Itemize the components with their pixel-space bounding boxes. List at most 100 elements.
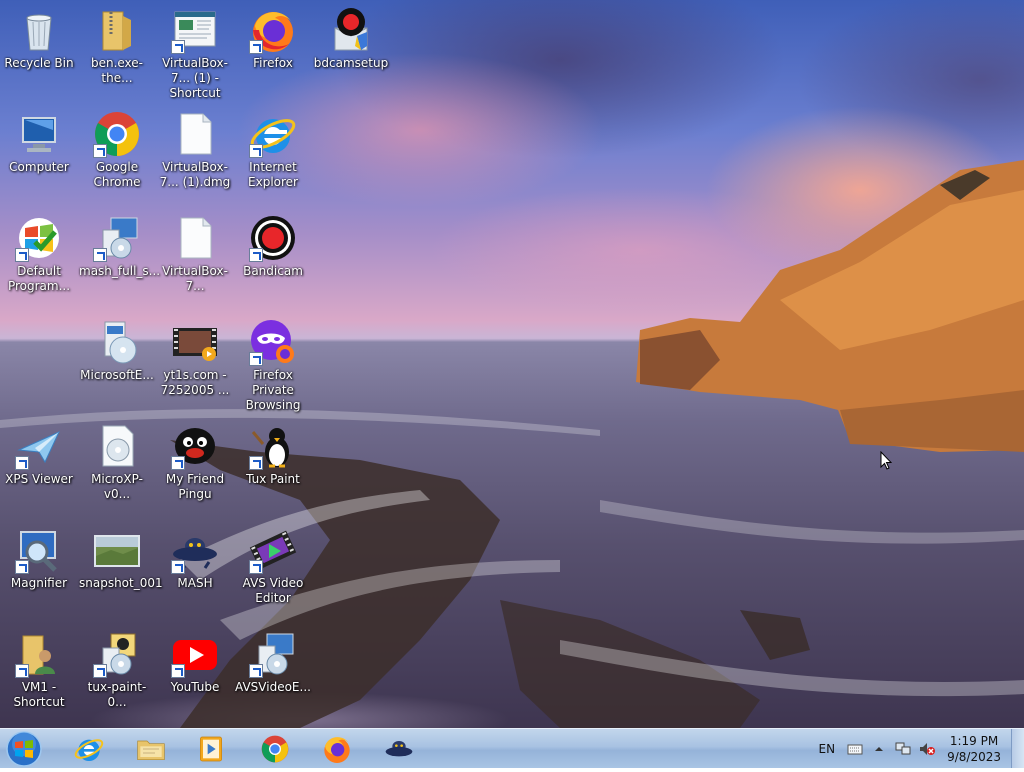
icon-label: tux-paint-0...: [87, 680, 147, 709]
desktop-icon-mash-full-setup[interactable]: mash_full_s...: [78, 208, 161, 279]
icon-label: Recycle Bin: [4, 56, 74, 70]
shortcut-arrow-icon: [249, 352, 263, 366]
shortcut-arrow-icon: [249, 664, 263, 678]
taskbar-chrome[interactable]: [250, 731, 300, 767]
start-button[interactable]: [4, 730, 44, 768]
volume-muted-icon[interactable]: [919, 741, 936, 757]
windows-orb-icon: [6, 731, 42, 767]
desktop-icon-xps-viewer[interactable]: XPS Viewer: [0, 416, 78, 487]
shortcut-arrow-icon: [249, 456, 263, 470]
recycle-bin-icon: [26, 14, 52, 51]
icon-label: ben.exe-the...: [90, 56, 144, 85]
keyboard-icon[interactable]: [847, 741, 863, 757]
folder-icon: [137, 740, 165, 760]
shortcut-arrow-icon: [249, 40, 263, 54]
icon-label: AVS Video Editor: [242, 576, 304, 605]
firefox-icon: [324, 737, 351, 763]
icon-label: Firefox Private Browsing: [245, 368, 301, 412]
installer-disc-icon: [104, 321, 137, 364]
desktop-icon-internet-explorer[interactable]: Internet Explorer: [234, 104, 312, 190]
icon-label: yt1s.com - 7252005 ...: [160, 368, 230, 397]
shortcut-arrow-icon: [93, 144, 107, 158]
desktop-icon-magnifier[interactable]: Magnifier: [0, 520, 78, 591]
taskbar-firefox[interactable]: [312, 731, 362, 767]
icon-label: snapshot_001: [79, 576, 163, 590]
desktop-icon-virtualbox-dmg-1[interactable]: VirtualBox-7... (1).dmg: [156, 104, 234, 190]
image-file-icon: [94, 535, 140, 567]
icon-label: AVSVideoE...: [235, 680, 311, 694]
desktop-icon-microxp[interactable]: MicroXP-v0...: [78, 416, 156, 502]
shortcut-arrow-icon: [15, 248, 29, 262]
icon-label: mash_full_s...: [79, 264, 161, 278]
desktop-icon-vm1-shortcut[interactable]: VM1 - Shortcut: [0, 624, 78, 710]
media-player-icon: [200, 736, 222, 762]
desktop-icon-virtualbox-dmg-2[interactable]: VirtualBox-7...: [156, 208, 234, 294]
desktop-icon-avs-video-editor-setup[interactable]: AVSVideoE...: [234, 624, 312, 695]
shortcut-arrow-icon: [15, 664, 29, 678]
desktop-icon-bdcamsetup[interactable]: bdcamsetup: [312, 0, 390, 71]
icon-label: VM1 - Shortcut: [13, 680, 65, 709]
desktop-icon-recycle-bin[interactable]: Recycle Bin: [0, 0, 78, 71]
icon-label: Computer: [9, 160, 69, 174]
icon-label: Magnifier: [10, 576, 68, 590]
shortcut-arrow-icon: [93, 248, 107, 262]
disc-image-icon: [102, 425, 134, 467]
shortcut-arrow-icon: [171, 664, 185, 678]
taskbar: EN 1:19 PM 9/8/2023: [0, 728, 1024, 768]
mash-icon: [385, 741, 413, 757]
desktop-icon-yt1s-video[interactable]: yt1s.com - 7252005 ...: [156, 312, 234, 398]
desktop-icon-google-chrome[interactable]: Google Chrome: [78, 104, 156, 190]
show-desktop-button[interactable]: [1011, 729, 1024, 768]
icon-label: Bandicam: [243, 264, 303, 278]
bandicam-setup-icon: [334, 8, 368, 51]
icon-label: XPS Viewer: [5, 472, 73, 486]
icon-label: MicroXP-v0...: [91, 472, 143, 501]
desktop-icon-mash[interactable]: MASH: [156, 520, 234, 591]
icon-label: VirtualBox-7...: [162, 264, 228, 293]
icon-label: Tux Paint: [246, 472, 300, 486]
icon-label: Google Chrome: [93, 160, 141, 189]
shortcut-arrow-icon: [249, 248, 263, 262]
taskbar-media-player[interactable]: [186, 731, 236, 767]
desktop-icon-bandicam[interactable]: Bandicam: [234, 208, 312, 279]
taskbar-internet-explorer[interactable]: [64, 731, 114, 767]
desktop-icon-snapshot-001[interactable]: snapshot_001: [78, 520, 163, 591]
internet-explorer-icon: [74, 739, 104, 761]
show-hidden-icons-icon[interactable]: [871, 741, 887, 757]
zip-folder-icon: [102, 11, 131, 51]
icon-label: MASH: [177, 576, 213, 590]
icon-label: Default Program...: [7, 264, 71, 293]
computer-icon: [22, 117, 56, 152]
video-file-icon: [173, 328, 217, 361]
shortcut-arrow-icon: [93, 664, 107, 678]
desktop-icon-ben-exe[interactable]: ben.exe-the...: [78, 0, 156, 86]
mouse-cursor-icon: [880, 451, 892, 470]
desktop-icon-firefox[interactable]: Firefox: [234, 0, 312, 71]
desktop-icon-computer[interactable]: Computer: [0, 104, 78, 175]
desktop-icon-microsoft-edge-setup[interactable]: MicrosoftE...: [78, 312, 156, 383]
desktop-icon-youtube[interactable]: YouTube: [156, 624, 234, 695]
icon-label: Internet Explorer: [248, 160, 298, 189]
icon-label: VirtualBox-7... (1).dmg: [159, 160, 231, 189]
shortcut-arrow-icon: [15, 456, 29, 470]
taskbar-mash[interactable]: [374, 731, 424, 767]
icon-label: My Friend Pingu: [165, 472, 225, 501]
desktop-icon-virtualbox-shortcut[interactable]: VirtualBox-7... (1) - Shortcut: [156, 0, 234, 101]
desktop-icon-avs-video-editor[interactable]: AVS Video Editor: [234, 520, 312, 606]
shortcut-arrow-icon: [249, 144, 263, 158]
clock-time: 1:19 PM: [949, 733, 999, 748]
language-indicator[interactable]: EN: [819, 742, 836, 756]
icon-label: VirtualBox-7... (1) - Shortcut: [162, 56, 228, 100]
desktop-icon-tux-paint-setup[interactable]: tux-paint-0...: [78, 624, 156, 710]
taskbar-file-explorer[interactable]: [126, 731, 176, 767]
file-icon: [180, 217, 212, 259]
desktop-icon-default-programs[interactable]: Default Program...: [0, 208, 78, 294]
desktop-icon-firefox-private[interactable]: Firefox Private Browsing: [234, 312, 312, 413]
chrome-icon: [261, 735, 289, 763]
network-icon[interactable]: [895, 741, 911, 757]
clock[interactable]: 1:19 PM 9/8/2023: [947, 733, 1001, 765]
desktop-icon-tux-paint[interactable]: Tux Paint: [234, 416, 312, 487]
icon-label: YouTube: [170, 680, 220, 694]
desktop-icon-my-friend-pingu[interactable]: My Friend Pingu: [156, 416, 234, 502]
icon-label: MicrosoftE...: [80, 368, 154, 382]
